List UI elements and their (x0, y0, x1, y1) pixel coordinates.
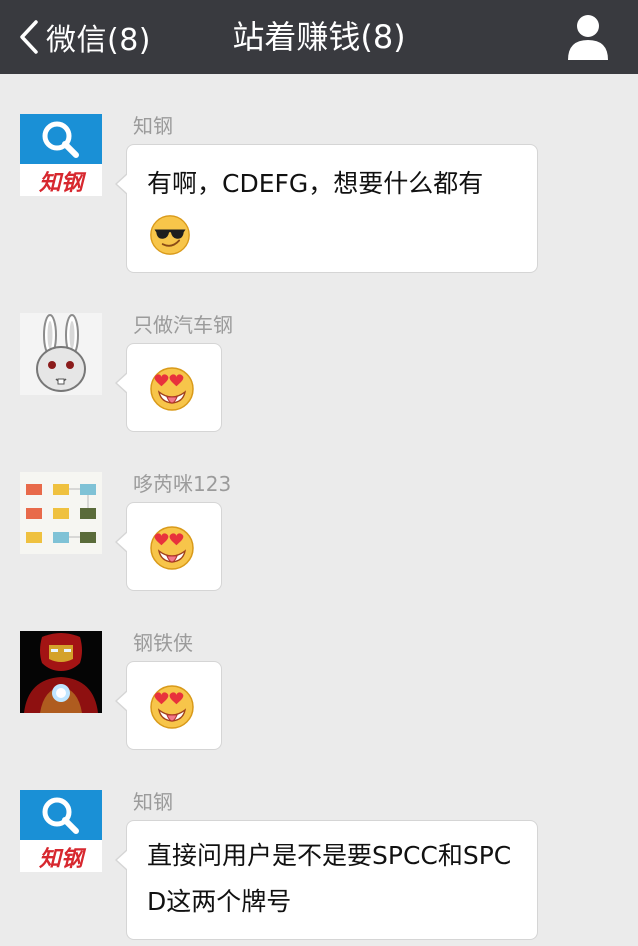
chat-info-button[interactable] (566, 12, 610, 62)
chevron-left-icon (20, 20, 38, 54)
avatar[interactable] (20, 790, 102, 872)
zhigang-logo-icon (20, 790, 102, 872)
message-item: 钢铁侠 (0, 631, 638, 791)
sender-name: 只做汽车钢 (133, 313, 233, 337)
sender-name: 知钢 (133, 790, 173, 814)
avatar[interactable] (20, 313, 102, 395)
cool-sunglasses-emoji-icon (150, 215, 190, 255)
message-text: 直接问用户是不是要SPCC和SPCD这两个牌号 (147, 841, 512, 916)
avatar[interactable] (20, 472, 102, 554)
sender-name: 钢铁侠 (133, 631, 193, 655)
back-button[interactable]: 微信(8) (18, 0, 151, 74)
message-item: 知钢 有啊，CDEFG，想要什么都有 (0, 114, 638, 314)
sender-name: 哆芮咪123 (133, 472, 232, 496)
heart-eyes-emoji-icon (150, 685, 194, 729)
message-bubble[interactable] (115, 343, 222, 432)
message-bubble[interactable]: 有啊，CDEFG，想要什么都有 (115, 144, 538, 273)
avatar[interactable] (20, 114, 102, 196)
message-bubble[interactable] (115, 502, 222, 591)
message-text: 有啊，CDEFG，想要什么都有 (127, 145, 537, 265)
person-icon (568, 15, 608, 60)
zhigang-logo-icon (20, 114, 102, 196)
avatar[interactable] (20, 631, 102, 713)
heart-eyes-emoji-icon (150, 526, 194, 570)
message-bubble[interactable] (115, 661, 222, 750)
iron-man-avatar-icon (20, 631, 102, 713)
navigation-bar: 微信(8) 站着赚钱(8) (0, 0, 638, 74)
color-blocks-avatar-icon (20, 472, 102, 554)
message-item: 知钢 直接问用户是不是要SPCC和SPCD这两个牌号 (0, 790, 638, 946)
message-bubble[interactable]: 直接问用户是不是要SPCC和SPCD这两个牌号 (115, 820, 538, 940)
message-item: 哆芮咪123 (0, 472, 638, 632)
rabbit-avatar-icon (20, 313, 102, 395)
sender-name: 知钢 (133, 114, 173, 138)
message-item: 只做汽车钢 (0, 313, 638, 473)
heart-eyes-emoji-icon (150, 367, 194, 411)
chat-message-list[interactable]: 知钢 有啊，CDEFG，想要什么都有 只做汽车钢 哆芮咪123 钢铁侠 知钢 直… (0, 74, 638, 946)
back-label: 微信(8) (46, 23, 151, 58)
